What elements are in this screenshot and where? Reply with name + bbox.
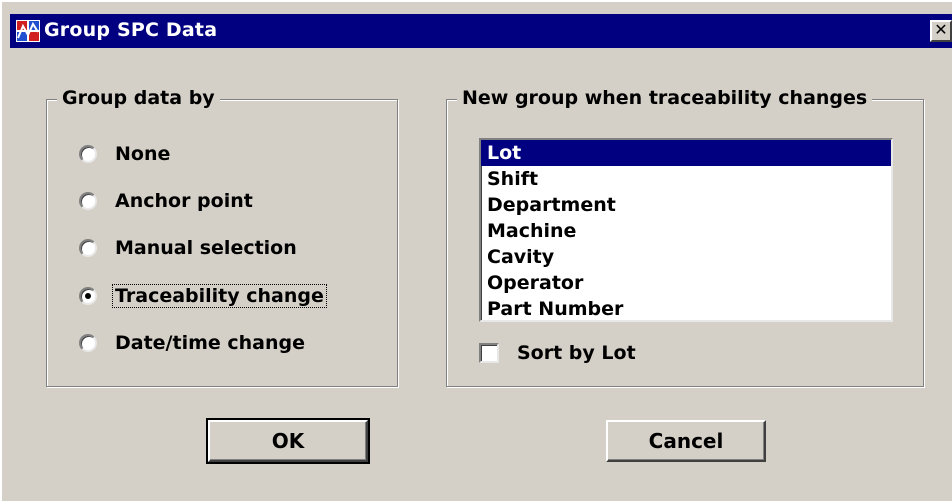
radio-none[interactable]: None: [79, 140, 172, 168]
radio-button[interactable]: [79, 145, 97, 163]
radio-label: None: [115, 143, 171, 165]
traceability-groupbox: New group when traceability changes Lot …: [446, 87, 924, 387]
window-title: Group SPC Data: [44, 19, 218, 41]
list-item[interactable]: Operator: [481, 270, 891, 296]
traceability-label: New group when traceability changes: [457, 87, 873, 109]
spc-chart-icon: [16, 20, 40, 42]
list-item[interactable]: Part Number: [481, 296, 891, 322]
radio-label: Traceability change: [112, 284, 327, 308]
radio-button[interactable]: [79, 287, 97, 305]
group-data-by-label: Group data by: [57, 87, 220, 109]
traceability-listbox[interactable]: Lot Shift Department Machine Cavity Oper…: [479, 138, 893, 322]
radio-button[interactable]: [79, 192, 97, 210]
radio-label: Anchor point: [115, 190, 253, 212]
radio-traceability-change[interactable]: Traceability change: [79, 282, 327, 310]
sort-by-lot-checkbox[interactable]: [479, 343, 499, 363]
ok-button[interactable]: OK: [206, 418, 370, 464]
list-item[interactable]: Cavity: [481, 244, 891, 270]
radio-date-time-change[interactable]: Date/time change: [79, 329, 307, 357]
radio-button[interactable]: [79, 239, 97, 257]
group-data-by-groupbox: Group data by None Anchor point Manual s…: [46, 87, 398, 387]
sort-by-lot-label: Sort by Lot: [517, 342, 636, 364]
radio-label: Date/time change: [115, 332, 306, 354]
radio-label: Manual selection: [115, 237, 297, 259]
list-item[interactable]: Lot: [481, 140, 891, 166]
cancel-button[interactable]: Cancel: [606, 420, 766, 462]
title-bar[interactable]: Group SPC Data ✕: [10, 14, 952, 48]
radio-manual-selection[interactable]: Manual selection: [79, 234, 299, 262]
close-icon: ✕: [934, 20, 948, 39]
close-button[interactable]: ✕: [930, 20, 952, 42]
list-item[interactable]: Shift: [481, 166, 891, 192]
radio-button[interactable]: [79, 334, 97, 352]
list-item[interactable]: Machine: [481, 218, 891, 244]
radio-anchor-point[interactable]: Anchor point: [79, 187, 255, 215]
sort-by-lot-checkbox-row[interactable]: Sort by Lot: [479, 342, 638, 364]
group-spc-data-dialog: Group SPC Data ✕ Group data by None Anch…: [0, 0, 952, 501]
list-item[interactable]: Department: [481, 192, 891, 218]
